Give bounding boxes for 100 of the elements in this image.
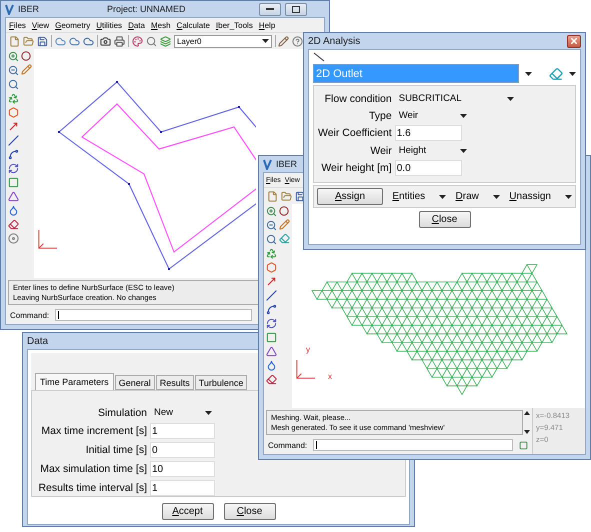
close-icon bbox=[571, 38, 577, 44]
menu-item[interactable]: Iber_Tools bbox=[216, 20, 253, 30]
hexagon-icon[interactable] bbox=[8, 107, 19, 118]
dialog-button[interactable]: Accept bbox=[162, 503, 214, 520]
search-icon[interactable] bbox=[146, 36, 157, 46]
field-label: Weir Coefficient bbox=[318, 127, 392, 139]
window-title: IBER bbox=[18, 4, 40, 14]
camera-icon[interactable] bbox=[100, 36, 112, 46]
app-logo-icon bbox=[5, 4, 14, 14]
zoom-in-icon[interactable] bbox=[8, 51, 19, 62]
recycle-icon[interactable] bbox=[266, 248, 277, 259]
menu-button[interactable]: Draw bbox=[456, 191, 500, 202]
recycle-icon[interactable] bbox=[8, 93, 19, 104]
tab[interactable]: Turbulence bbox=[194, 375, 248, 390]
dropdown-arrow-icon[interactable] bbox=[506, 96, 514, 100]
menu-item[interactable]: Mesh bbox=[150, 20, 171, 30]
assign-button[interactable]: Assign bbox=[317, 188, 383, 205]
zoom-out-icon[interactable] bbox=[8, 65, 19, 76]
cloud-icon[interactable] bbox=[68, 36, 80, 46]
printer-icon[interactable] bbox=[114, 36, 126, 46]
cloud-icon[interactable] bbox=[54, 36, 66, 46]
tab[interactable]: Time Parameters bbox=[35, 373, 114, 390]
field-label: Type bbox=[368, 110, 392, 122]
eraser-icon[interactable] bbox=[549, 66, 563, 80]
square-icon[interactable] bbox=[519, 440, 528, 450]
input-field[interactable]: 1.6 bbox=[394, 125, 462, 141]
zoom-in-icon[interactable] bbox=[266, 206, 277, 217]
field-label: Simulation bbox=[96, 406, 147, 418]
arrow-icon[interactable] bbox=[8, 121, 19, 132]
dropdown-arrow-icon[interactable] bbox=[460, 148, 467, 152]
command-field[interactable] bbox=[55, 309, 252, 321]
menu-item[interactable]: Files bbox=[9, 20, 26, 30]
minimize-button[interactable] bbox=[259, 2, 281, 16]
eraser-icon[interactable] bbox=[8, 219, 19, 230]
menu-item[interactable]: Geometry bbox=[55, 20, 90, 30]
eraser-icon[interactable] bbox=[279, 233, 290, 244]
menu-item[interactable]: View bbox=[32, 20, 50, 30]
dropdown-arrow-icon[interactable] bbox=[262, 39, 269, 43]
curve-icon[interactable] bbox=[8, 149, 19, 160]
layers-icon[interactable] bbox=[160, 36, 171, 46]
scroll-down-icon[interactable] bbox=[523, 428, 531, 435]
dropdown-arrow-icon[interactable] bbox=[564, 194, 572, 198]
menu-item[interactable]: Calculate bbox=[176, 20, 210, 30]
input-field[interactable]: 1 bbox=[150, 480, 215, 496]
axis-label: x bbox=[328, 372, 332, 381]
cloud-icon[interactable] bbox=[82, 36, 94, 46]
dropdown[interactable]: SUBCRITICAL bbox=[394, 91, 514, 106]
field-label: Initial time [s] bbox=[84, 444, 147, 456]
input-field[interactable]: 10 bbox=[150, 461, 215, 477]
close-button[interactable] bbox=[567, 34, 581, 48]
field-label: Weir bbox=[369, 144, 392, 156]
input-field[interactable]: 0 bbox=[150, 442, 215, 458]
arrow-icon[interactable] bbox=[266, 276, 277, 287]
dropdown-arrow-icon[interactable] bbox=[205, 410, 212, 414]
zoom-fit-icon[interactable] bbox=[266, 234, 277, 245]
folder-icon[interactable] bbox=[281, 190, 292, 202]
dropdown-arrow-icon[interactable] bbox=[460, 114, 467, 118]
menu-item[interactable]: Help bbox=[258, 20, 276, 30]
maximize-icon bbox=[292, 6, 300, 12]
dropdown-arrow-icon[interactable] bbox=[569, 72, 576, 76]
new-file-icon[interactable] bbox=[9, 36, 20, 46]
close-button[interactable]: Close bbox=[418, 211, 470, 228]
input-field[interactable]: 0.0 bbox=[394, 160, 462, 176]
menu-button[interactable]: Unassign bbox=[509, 191, 572, 202]
layer-dropdown[interactable]: Layer0 bbox=[174, 34, 272, 48]
input-field[interactable]: 1 bbox=[150, 423, 215, 439]
eraser-icon[interactable] bbox=[266, 374, 277, 385]
command-field[interactable] bbox=[313, 439, 513, 451]
pencil-icon[interactable] bbox=[278, 36, 290, 46]
palette-icon[interactable] bbox=[132, 36, 143, 46]
tab[interactable]: Results bbox=[156, 375, 194, 390]
dot-icon[interactable] bbox=[21, 51, 32, 61]
line-icon[interactable] bbox=[8, 135, 19, 146]
help-icon[interactable] bbox=[292, 36, 304, 46]
window-title: IBER bbox=[276, 159, 298, 169]
maximize-button[interactable] bbox=[285, 2, 307, 16]
line-icon[interactable] bbox=[266, 290, 277, 301]
save-icon[interactable] bbox=[295, 190, 306, 202]
scrollbar[interactable] bbox=[523, 410, 532, 435]
menu-item[interactable]: Data bbox=[128, 20, 145, 30]
scroll-up-icon[interactable] bbox=[523, 410, 531, 417]
folder-icon[interactable] bbox=[23, 36, 34, 46]
zoom-fit-icon[interactable] bbox=[8, 79, 19, 90]
curve-icon[interactable] bbox=[266, 304, 277, 315]
dot-icon[interactable] bbox=[279, 206, 290, 216]
save-icon[interactable] bbox=[37, 36, 48, 46]
new-file-icon[interactable] bbox=[267, 190, 278, 202]
dropdown[interactable]: Height bbox=[394, 143, 467, 158]
menu-button[interactable]: Entities bbox=[392, 191, 446, 202]
menu-item[interactable]: Utilities bbox=[96, 20, 122, 30]
dropdown-arrow-icon[interactable] bbox=[492, 194, 500, 198]
dropdown[interactable]: New bbox=[150, 405, 212, 420]
dropdown-arrow-icon[interactable] bbox=[525, 72, 532, 76]
hexagon-icon[interactable] bbox=[266, 262, 277, 273]
dropdown[interactable]: Weir bbox=[394, 108, 467, 123]
dropdown-arrow-icon[interactable] bbox=[439, 194, 446, 198]
disc-icon[interactable] bbox=[8, 233, 19, 244]
dialog-button[interactable]: Close bbox=[224, 503, 276, 520]
tab[interactable]: General bbox=[114, 375, 155, 390]
zoom-out-icon[interactable] bbox=[266, 220, 277, 231]
